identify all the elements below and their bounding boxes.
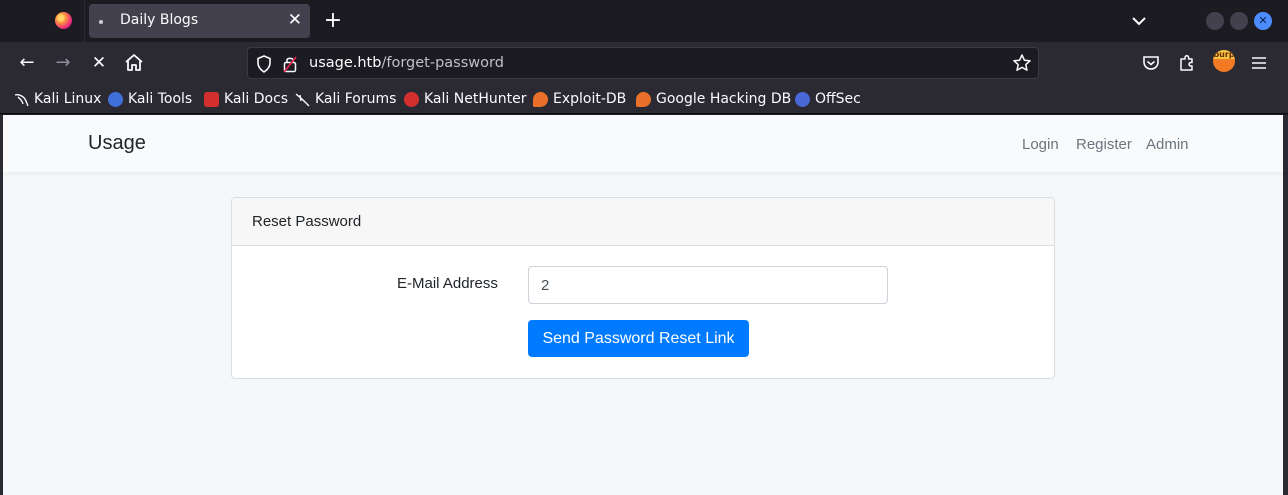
nav-login-link[interactable]: Login <box>1022 136 1059 153</box>
bookmark-label: Kali Forums <box>315 91 397 107</box>
pocket-icon[interactable] <box>1141 53 1161 73</box>
email-input[interactable] <box>528 266 888 304</box>
tab-loading-icon <box>99 20 103 24</box>
tab-close-icon[interactable]: ✕ <box>288 9 302 31</box>
bookmark-label: Kali Tools <box>128 91 193 107</box>
bookmark-label: Exploit-DB <box>553 91 627 107</box>
bookmark-offsec[interactable]: OffSec <box>795 90 861 108</box>
menu-hamburger-icon[interactable] <box>1249 53 1269 73</box>
bookmark-label: OffSec <box>815 91 861 107</box>
send-reset-link-button[interactable]: Send Password Reset Link <box>528 320 749 357</box>
new-tab-button[interactable]: + <box>320 8 346 34</box>
bookmark-label: Kali NetHunter <box>424 91 527 107</box>
minimize-button[interactable] <box>1206 12 1224 30</box>
tab-strip: Daily Blogs ✕ + <box>0 0 1288 42</box>
tab-list-chevron-icon[interactable] <box>1128 10 1150 32</box>
forward-button[interactable]: → <box>51 51 75 75</box>
home-icon[interactable] <box>122 51 146 75</box>
kali-dragon-icon <box>14 93 29 106</box>
bookmark-kali-linux[interactable]: Kali Linux <box>14 90 101 108</box>
browser-window: Daily Blogs ✕ + ← → ✕ usage.h <box>0 0 1288 495</box>
bookmark-kali-forums[interactable]: Kali Forums <box>295 90 396 108</box>
tab-title: Daily Blogs <box>120 12 199 28</box>
site-navbar: Usage Login Register Admin <box>3 115 1283 173</box>
nav-register-link[interactable]: Register <box>1076 136 1132 153</box>
window-right-edge <box>1283 115 1288 495</box>
tracking-shield-icon[interactable] <box>256 55 272 73</box>
burp-extension-icon[interactable]: burp <box>1213 50 1235 72</box>
navigation-toolbar: ← → ✕ usage.htb/forget-password <box>0 42 1288 84</box>
firefox-icon[interactable] <box>55 12 72 29</box>
bookmark-kali-nethunter[interactable]: Kali NetHunter <box>404 90 526 108</box>
bookmark-label: Kali Docs <box>224 91 289 107</box>
reset-password-card: Reset Password E-Mail Address Send Passw… <box>231 197 1055 379</box>
bookmark-label: Google Hacking DB <box>656 91 792 107</box>
tab-strip-left <box>0 0 85 42</box>
offsec-icon <box>795 91 810 107</box>
insecure-lock-icon[interactable] <box>283 55 297 73</box>
maximize-button[interactable] <box>1230 12 1248 30</box>
kali-forums-icon <box>295 92 310 106</box>
bookmark-star-icon[interactable] <box>1012 53 1032 73</box>
bookmark-kali-tools[interactable]: Kali Tools <box>108 90 192 108</box>
back-button[interactable]: ← <box>15 51 39 75</box>
nethunter-icon <box>404 91 419 107</box>
email-label: E-Mail Address <box>397 275 498 292</box>
url-host: usage.htb <box>309 55 382 71</box>
card-title: Reset Password <box>252 213 362 230</box>
exploit-db-icon <box>533 91 548 107</box>
stop-button[interactable]: ✕ <box>87 51 111 75</box>
site-brand-link[interactable]: Usage <box>88 132 146 155</box>
bookmark-exploit-db[interactable]: Exploit-DB <box>533 90 626 108</box>
page-viewport: Usage Login Register Admin Reset Passwor… <box>3 115 1283 495</box>
tab-daily-blogs[interactable]: Daily Blogs ✕ <box>89 4 310 38</box>
window-close-button[interactable] <box>1254 12 1272 30</box>
url-text[interactable]: usage.htb/forget-password <box>309 55 504 71</box>
bookmark-kali-docs[interactable]: Kali Docs <box>204 90 288 108</box>
url-bar[interactable]: usage.htb/forget-password <box>247 47 1039 79</box>
bookmark-label: Kali Linux <box>34 91 102 107</box>
nav-admin-link[interactable]: Admin <box>1146 136 1189 153</box>
card-header: Reset Password <box>232 198 1054 246</box>
bookmarks-toolbar: Kali Linux Kali Tools Kali Docs Kali For… <box>0 84 1288 114</box>
kali-docs-icon <box>204 91 219 107</box>
url-path: /forget-password <box>381 55 504 71</box>
extensions-puzzle-icon[interactable] <box>1177 53 1197 73</box>
bookmark-google-hacking-db[interactable]: Google Hacking DB <box>636 90 791 108</box>
kali-tools-icon <box>108 91 123 107</box>
ghdb-icon <box>636 91 651 107</box>
